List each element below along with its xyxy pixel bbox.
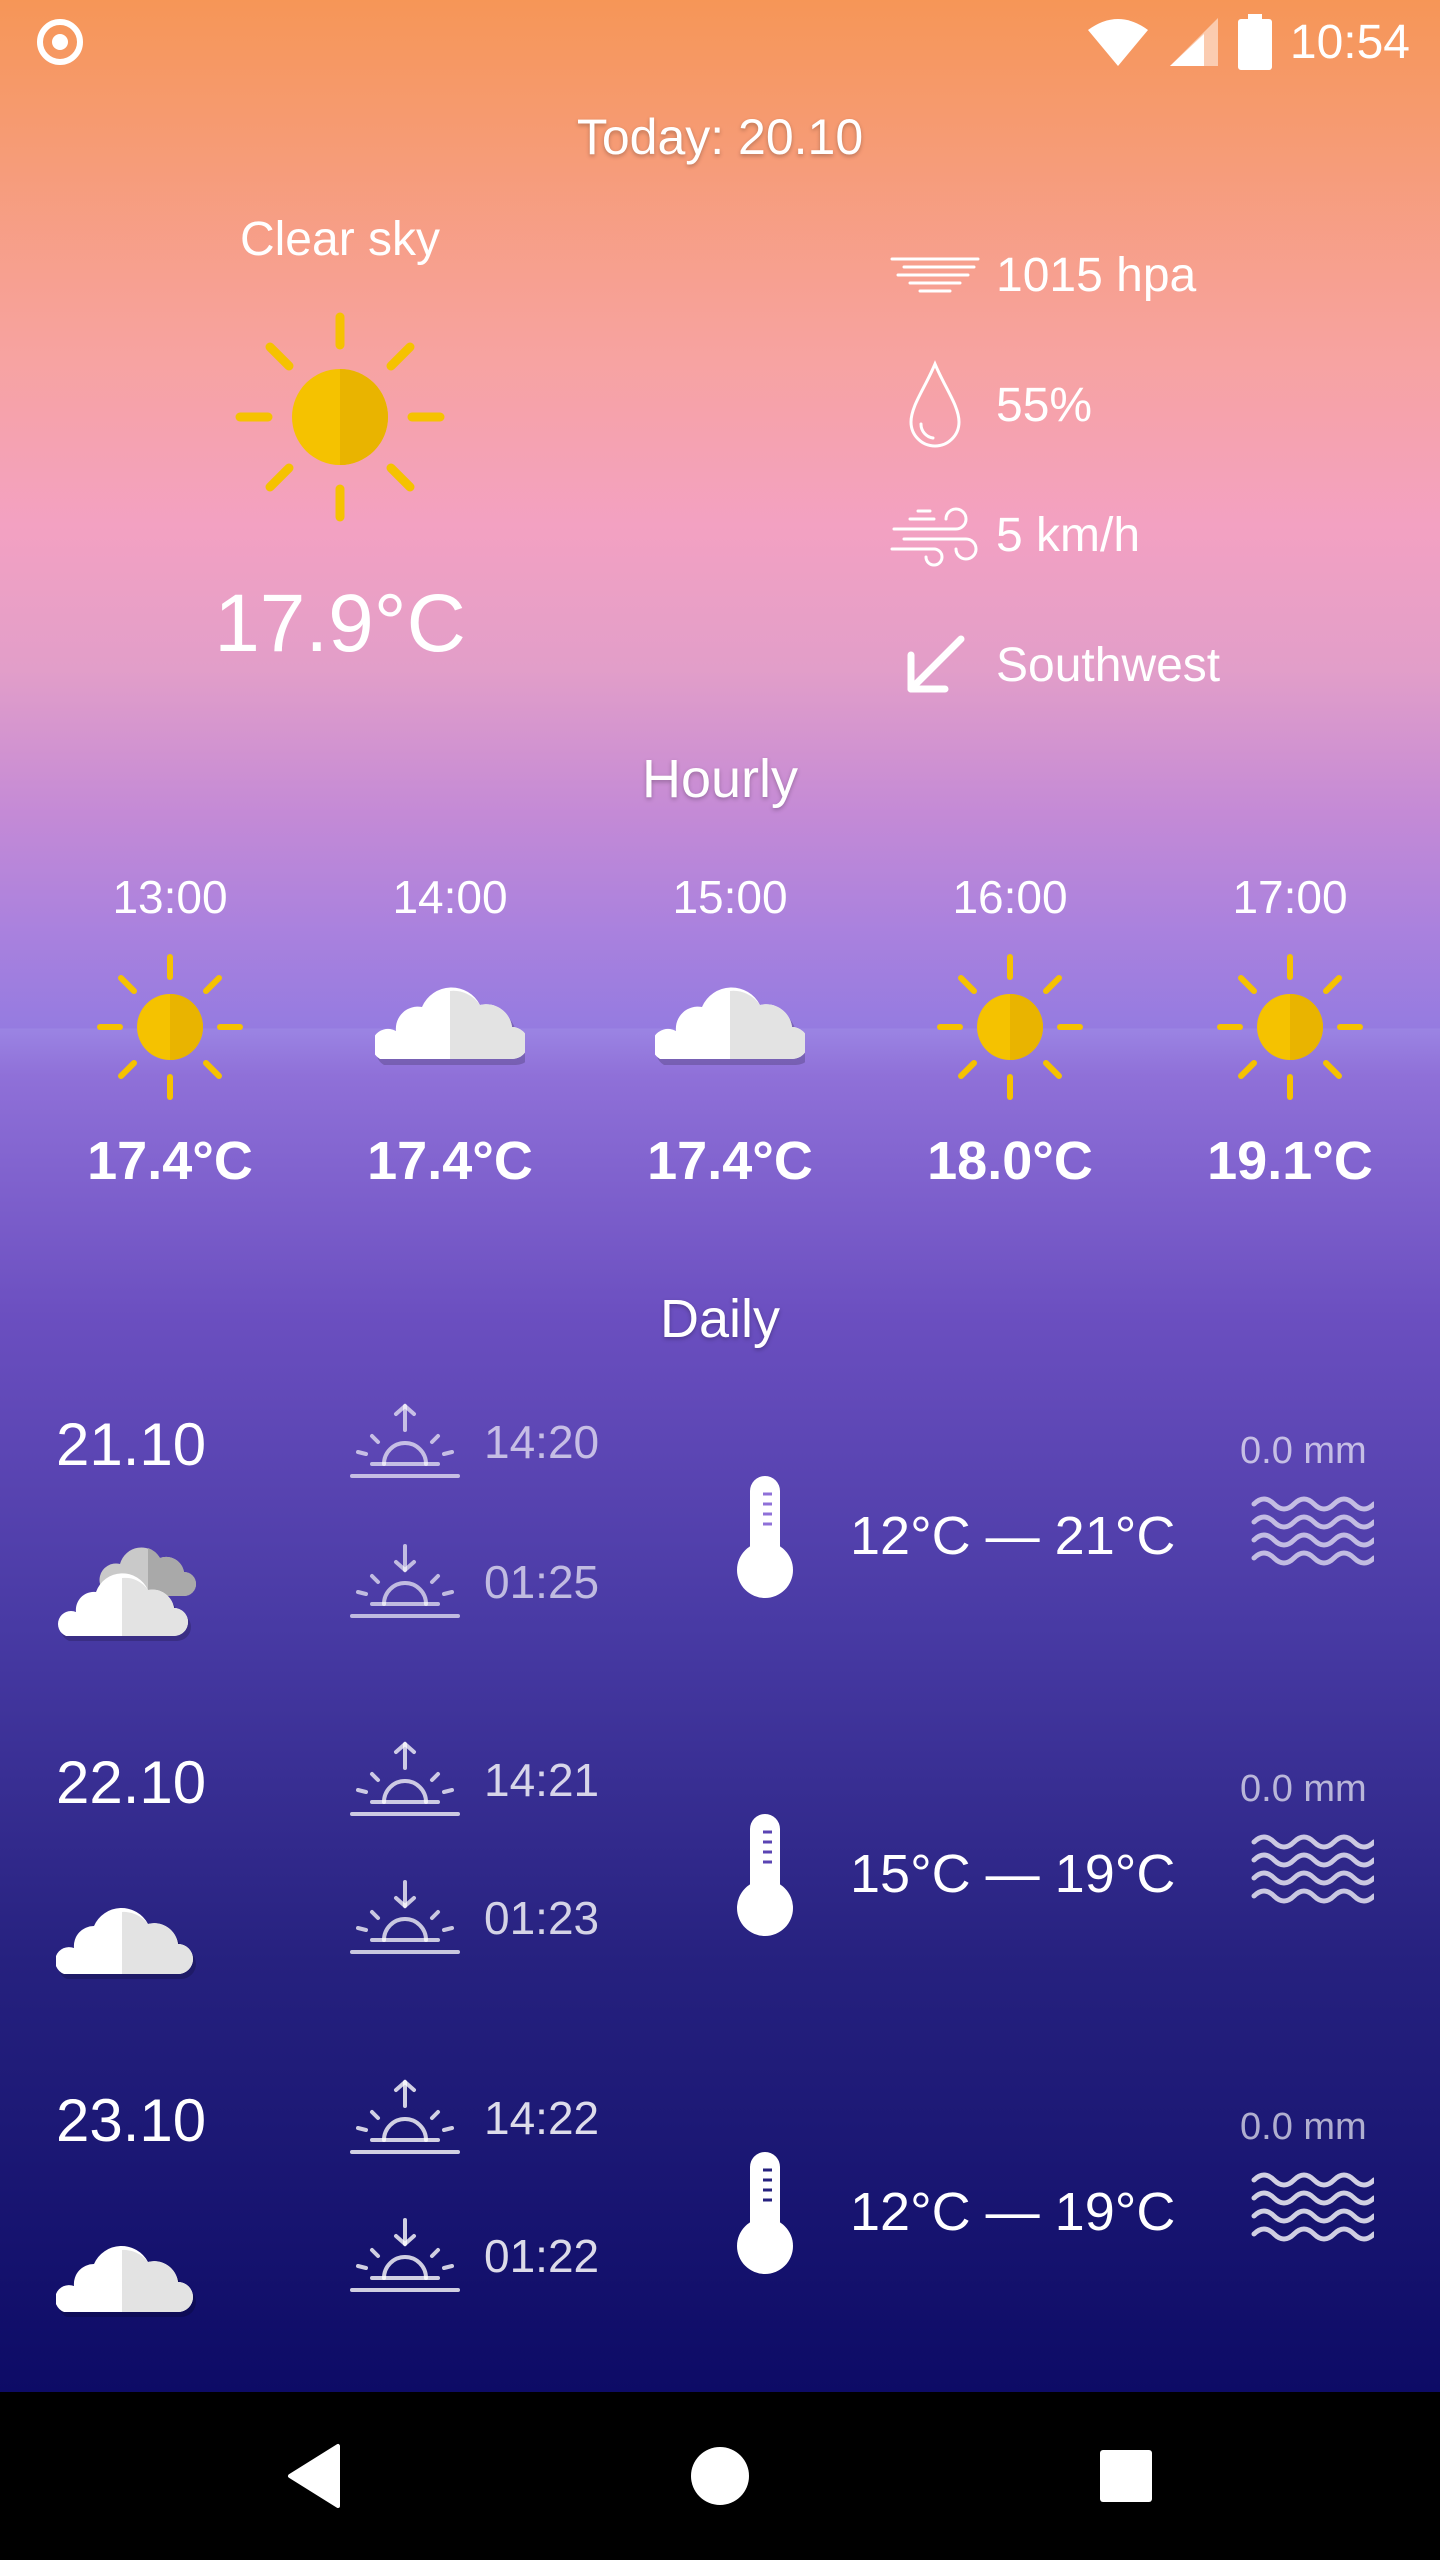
sunrise-time: 14:22	[484, 2092, 600, 2144]
day-date: 21.10	[56, 1411, 207, 1478]
cloud-icon	[655, 987, 805, 1065]
cloud-icon	[375, 987, 525, 1065]
sunset: 01:23	[350, 1878, 599, 1958]
current-condition: Clear sky	[239, 213, 441, 266]
hourly-title: Hourly	[641, 749, 799, 809]
humidity-value: 55%	[996, 378, 1093, 432]
hourly-item: 15:00 17.4°C	[590, 870, 870, 1192]
hourly-item: 13:00 17.4°C	[30, 870, 310, 1192]
daily-item: 23.10 14:22 01:22 12°C — 19°C 0.0 mm	[0, 2079, 1440, 2392]
wind-speed-row: 5 km/h	[890, 470, 1370, 600]
sunrise: 14:22	[350, 2078, 599, 2158]
temp-range: 12°C — 21°C	[850, 1506, 1176, 1566]
notification-ring-icon	[37, 19, 83, 65]
wifi-icon	[1087, 19, 1148, 66]
daily-title: Daily	[659, 1289, 781, 1349]
thermometer-icon	[737, 2152, 793, 2274]
sunset-icon	[350, 1880, 460, 1954]
wind-icon	[890, 507, 978, 567]
sun-icon	[97, 954, 243, 1100]
rain-amount: 0.0 mm	[1240, 1768, 1367, 1810]
pressure-icon	[890, 257, 980, 293]
sunrise-time: 14:20	[484, 1416, 600, 1468]
sunrise-icon	[350, 1403, 460, 1478]
hourly-list: 13:00 17.4°C 14:00 17.4°C 15:00 17.4°C 1…	[30, 870, 1430, 1192]
battery-icon	[1237, 14, 1272, 70]
hour-time: 13:00	[112, 871, 228, 923]
hour-time: 15:00	[672, 871, 788, 923]
day-date: 23.10	[56, 2087, 207, 2154]
back-icon[interactable]	[276, 2436, 356, 2516]
hour-time: 16:00	[952, 871, 1068, 923]
sunset: 01:22	[350, 2216, 599, 2296]
status-icons: 10:54	[1086, 12, 1410, 72]
thermometer-icon	[737, 1476, 793, 1598]
sunrise: 14:21	[350, 1740, 599, 1820]
weather-screen: 10:54 Today: 20.10 Clear sky 17.9°C 1015…	[0, 0, 1440, 2392]
signal-icon	[1169, 18, 1218, 66]
waves-icon	[1251, 2172, 1374, 2242]
rain-amount: 0.0 mm	[1240, 1430, 1367, 1472]
temp-range: 12°C — 19°C	[850, 2182, 1176, 2242]
clouds-icon	[58, 1547, 196, 1641]
waves-icon	[1251, 1496, 1374, 1566]
sunrise-icon	[350, 1741, 460, 1816]
hour-time: 14:00	[392, 871, 508, 923]
hourly-item: 17:00 19.1°C	[1150, 870, 1430, 1192]
hour-time: 17:00	[1232, 871, 1348, 923]
current-weather: Clear sky 17.9°C	[180, 200, 500, 671]
sunrise-time: 14:21	[484, 1754, 600, 1806]
hour-temp: 19.1°C	[1207, 1131, 1373, 1191]
sun-icon	[937, 954, 1083, 1100]
current-temperature: 17.9°C	[214, 578, 466, 669]
sun-icon	[1217, 954, 1363, 1100]
recents-icon[interactable]	[1086, 2436, 1166, 2516]
daily-item: 21.10 14:20 01:25 12°C — 21°C 0.0 mm	[0, 1403, 1440, 1740]
cloud-icon	[56, 2246, 197, 2317]
home-icon[interactable]	[680, 2436, 760, 2516]
pressure-row: 1015 hpa	[890, 210, 1370, 340]
pressure-value: 1015 hpa	[996, 248, 1197, 302]
hour-temp: 17.4°C	[87, 1131, 253, 1191]
sunset-icon	[350, 2218, 460, 2292]
arrow-southwest-icon	[907, 635, 965, 693]
clock: 10:54	[1289, 15, 1410, 69]
day-date: 22.10	[56, 1749, 207, 1816]
sunset-time: 01:22	[484, 2230, 600, 2282]
cloud-icon	[56, 1908, 197, 1979]
wind-direction-value: Southwest	[996, 638, 1221, 692]
hour-temp: 18.0°C	[927, 1131, 1093, 1191]
sunset-time: 01:23	[484, 1892, 600, 1944]
sun-icon	[235, 312, 445, 522]
temp-range: 15°C — 19°C	[850, 1844, 1176, 1904]
hour-temp: 17.4°C	[367, 1131, 533, 1191]
rain-amount: 0.0 mm	[1240, 2106, 1367, 2148]
thermometer-icon	[737, 1814, 793, 1936]
current-details: 1015 hpa 55% 5 km/h Southwest	[890, 210, 1370, 730]
waves-icon	[1251, 1834, 1374, 1904]
droplet-icon	[909, 360, 961, 448]
hourly-item: 16:00 18.0°C	[870, 870, 1150, 1192]
status-bar: 10:54	[0, 0, 1440, 84]
daily-item: 22.10 14:21 01:23 15°C — 19°C 0.0 mm	[0, 1741, 1440, 2078]
sunset: 01:25	[350, 1542, 599, 1622]
sunrise: 14:20	[350, 1402, 599, 1482]
sunset-icon	[350, 1544, 460, 1618]
wind-direction-row: Southwest	[890, 600, 1370, 730]
hour-temp: 17.4°C	[647, 1131, 813, 1191]
wind-speed-value: 5 km/h	[996, 508, 1141, 562]
navigation-bar	[0, 2392, 1440, 2560]
today-title: Today: 20.10	[576, 109, 864, 165]
sunrise-icon	[350, 2079, 460, 2154]
humidity-row: 55%	[890, 340, 1370, 470]
hourly-item: 14:00 17.4°C	[310, 870, 590, 1192]
sunset-time: 01:25	[484, 1556, 600, 1608]
